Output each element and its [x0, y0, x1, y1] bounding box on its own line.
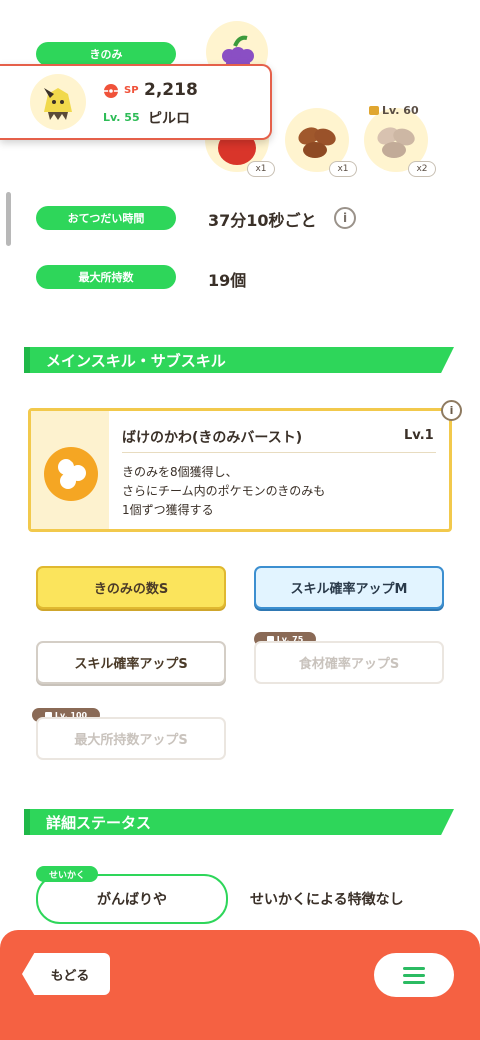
skill-divider [122, 452, 436, 453]
info-icon[interactable]: i [334, 207, 356, 229]
lock-level: Lv. 60 [382, 104, 419, 117]
pokemon-name: ピルロ [148, 111, 190, 127]
capacity-value: 19個 [208, 271, 247, 290]
pokemon-card[interactable]: SP 2,218 Lv. 55 ピルロ [0, 64, 272, 140]
main-skill-name: ばけのかわ(きのみバースト) [122, 430, 303, 446]
skill-info-icon[interactable]: i [441, 400, 462, 421]
skills-section-title: メインスキル・サブスキル [46, 352, 226, 370]
main-skill-description: きのみを8個獲得し、 さらにチーム内のポケモンのきのみも 1個ずつ獲得する [122, 463, 325, 520]
section-bar [24, 809, 30, 835]
ingredient-qty: x1 [329, 161, 357, 177]
subskill-skill-trigger-s[interactable]: スキル確率アップS [36, 641, 226, 684]
subskill-ingredient-finder-s[interactable]: 食材確率アップS [254, 641, 444, 684]
main-skill-level: Lv.1 [404, 428, 434, 443]
subskill-berry-count-s[interactable]: きのみの数S [36, 566, 226, 609]
berry-label: きのみ [36, 42, 176, 66]
sp-label: SP [124, 85, 139, 96]
pokemon-level: Lv. 55 [103, 111, 140, 124]
ingredient-qty: x1 [247, 161, 275, 177]
section-bar [24, 347, 30, 373]
pokemon-avatar [30, 74, 86, 130]
help-time-value: 37分10秒ごと [208, 211, 317, 230]
help-time-label: おてつだい時間 [36, 206, 176, 230]
lock-icon [369, 106, 379, 115]
menu-button[interactable] [374, 953, 454, 997]
details-section-title: 詳細ステータス [46, 814, 152, 832]
subskill-skill-trigger-m[interactable]: スキル確率アップM [254, 566, 444, 609]
ingredient-qty: x2 [408, 161, 436, 177]
menu-icon [403, 966, 425, 970]
sp-value: 2,218 [144, 80, 198, 100]
berry-burst-icon [44, 447, 98, 501]
subskill-inventory-up-s[interactable]: 最大所持数アップS [36, 717, 226, 760]
menu-icon [403, 973, 425, 977]
description-line: きのみを8個獲得し、 [122, 465, 238, 479]
menu-icon [403, 980, 425, 984]
nature-effect: せいかくによる特徴なし [250, 892, 404, 908]
nature-tag: せいかく [36, 866, 98, 882]
pokeball-icon [103, 83, 119, 99]
lock-tag: Lv. 60 [369, 104, 419, 117]
capacity-label: 最大所持数 [36, 265, 176, 289]
description-line: さらにチーム内のポケモンのきのみも [122, 484, 326, 498]
scrollbar-thumb[interactable] [6, 192, 11, 246]
description-line: 1個ずつ獲得する [122, 503, 214, 517]
back-button[interactable]: もどる [22, 953, 110, 995]
